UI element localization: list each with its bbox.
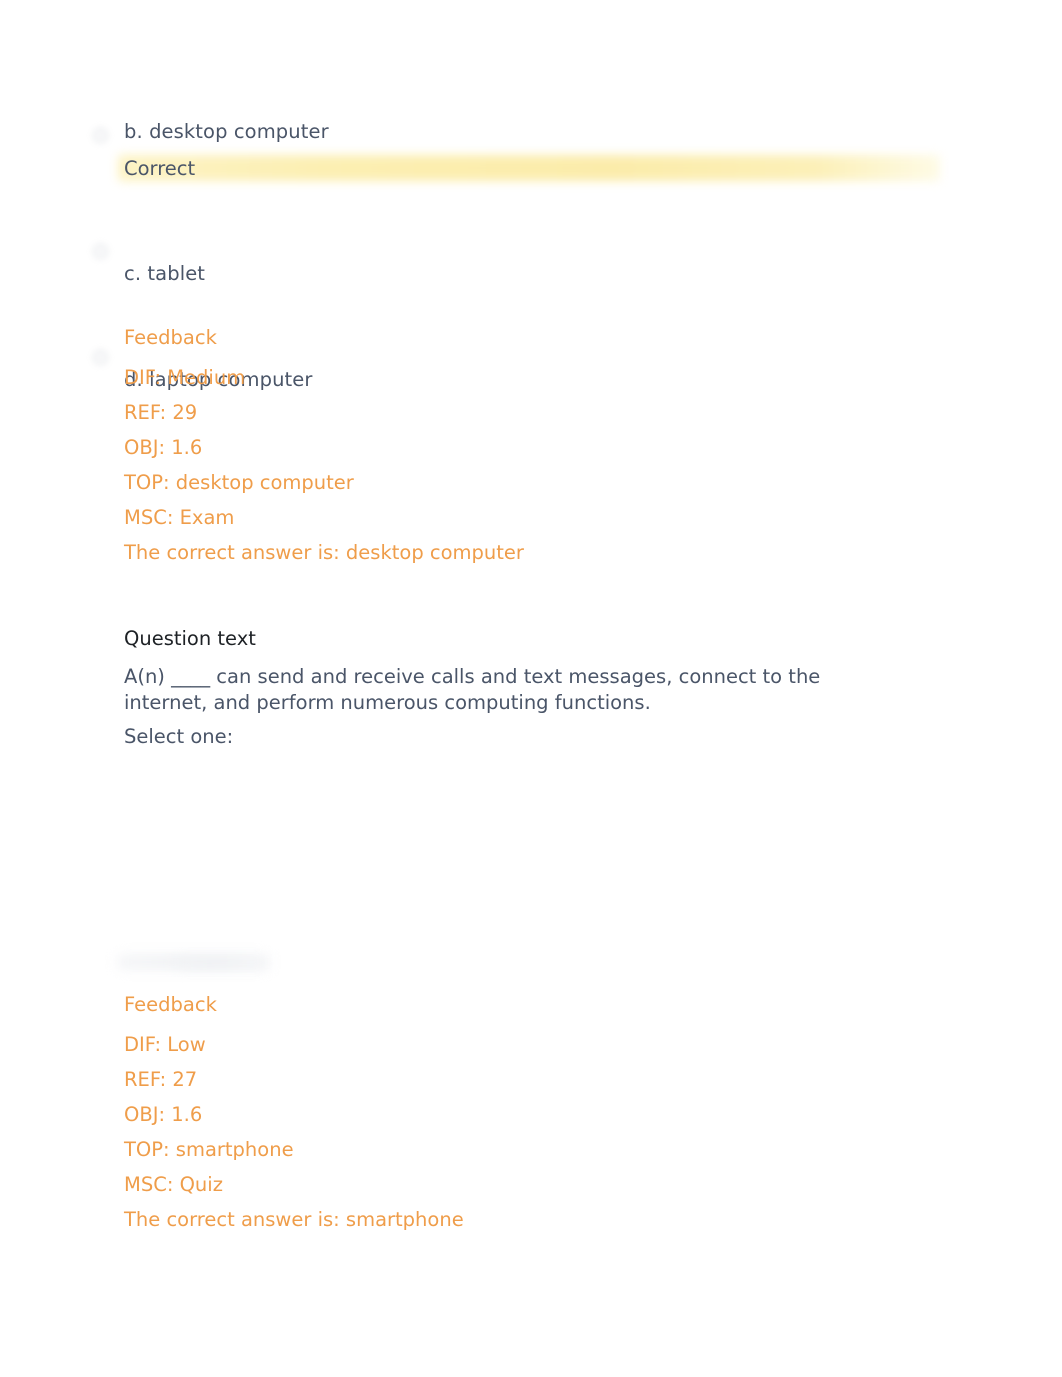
feedback-line-correct-answer: The correct answer is: desktop computer	[124, 541, 524, 564]
question2-text: A(n) ____ can send and receive calls and…	[124, 665, 821, 714]
feedback-heading: Feedback	[124, 326, 217, 349]
feedback-heading: Feedback	[124, 993, 217, 1016]
radio-button-d[interactable]	[93, 350, 108, 365]
radio-button-b[interactable]	[93, 128, 108, 143]
quiz-review-page: b. desktop computer c. tablet d. laptop …	[0, 0, 1062, 1377]
answer-option-c-label: c. tablet	[124, 262, 206, 285]
question2-feedback: Feedback DIF: Low REF: 27 OBJ: 1.6 TOP: …	[124, 993, 884, 1232]
feedback-line-msc: MSC: Quiz	[124, 1173, 223, 1196]
question2-select-prompt: Select one:	[124, 725, 234, 748]
feedback-line-top: TOP: desktop computer	[124, 471, 354, 494]
feedback-line-top: TOP: smartphone	[124, 1138, 294, 1161]
correct-highlight-band	[118, 155, 940, 181]
feedback-line-dif: DIF: Medium	[124, 366, 246, 389]
feedback-line-correct-answer: The correct answer is: smartphone	[124, 1208, 464, 1231]
question1-answer-list: b. desktop computer c. tablet d. laptop …	[0, 118, 1062, 391]
answer-option-b-label: b. desktop computer	[124, 120, 329, 143]
question2-heading: Question text	[124, 627, 256, 650]
question2-redacted-options-smudge	[176, 958, 268, 969]
feedback-line-msc: MSC: Exam	[124, 506, 235, 529]
feedback-line-ref: REF: 29	[124, 401, 198, 424]
answer-result-correct: Correct	[124, 157, 196, 180]
feedback-line-obj: OBJ: 1.6	[124, 436, 203, 459]
question1-feedback: Feedback DIF: Medium REF: 29 OBJ: 1.6 TO…	[124, 326, 884, 565]
feedback-line-ref: REF: 27	[124, 1068, 198, 1091]
feedback-line-dif: DIF: Low	[124, 1033, 206, 1056]
feedback-line-obj: OBJ: 1.6	[124, 1103, 203, 1126]
answer-option-d[interactable]: d. laptop computer	[0, 210, 1062, 391]
